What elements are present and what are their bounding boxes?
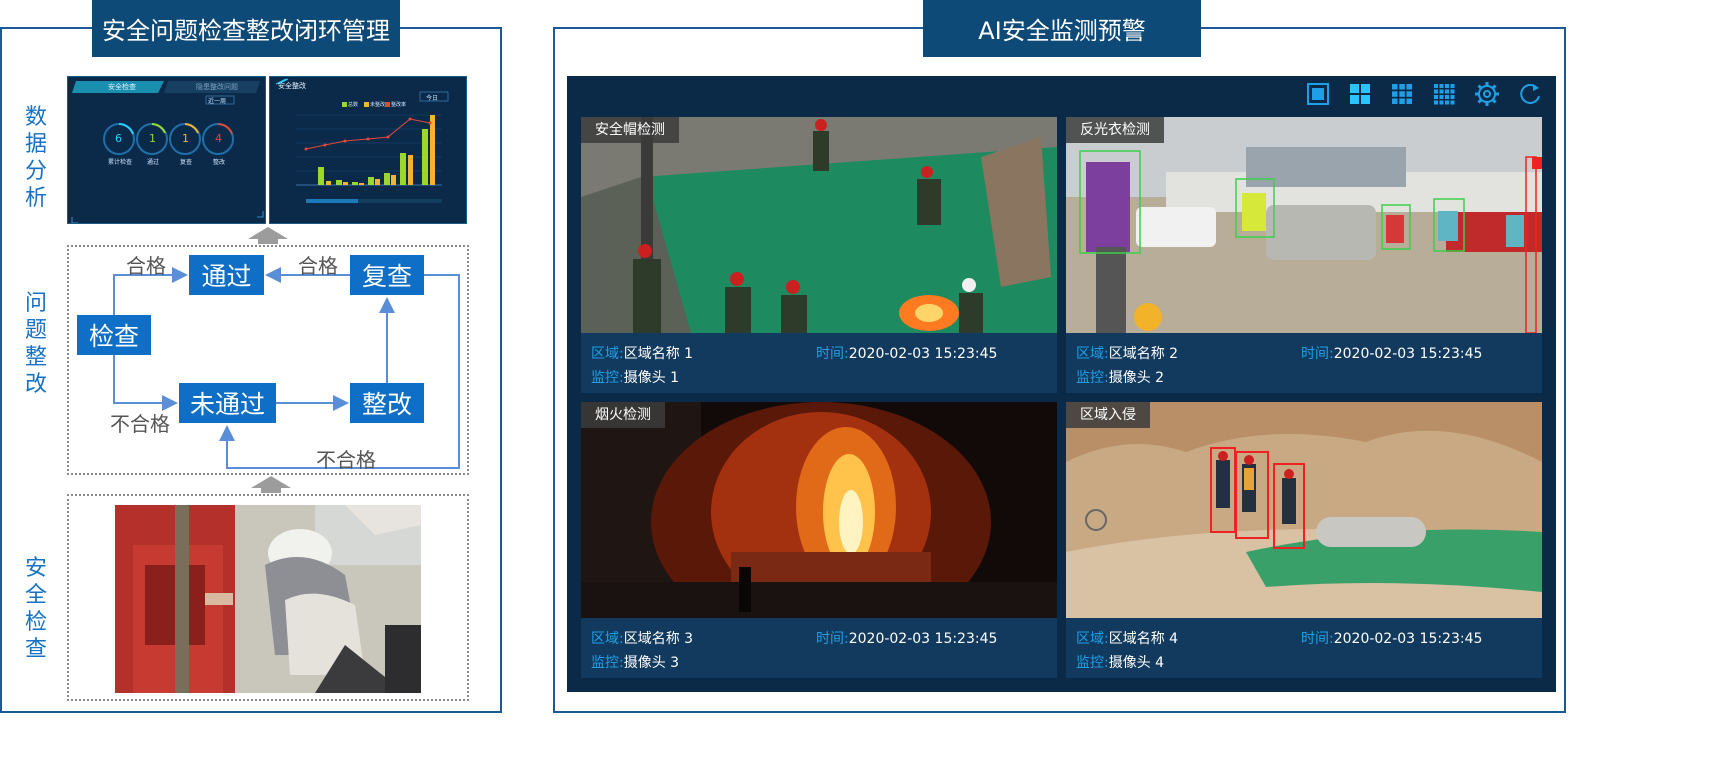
camera-feed-2 <box>1066 117 1542 333</box>
dashboard-thumbnail-inspection[interactable]: 安全检查 隐患整改问题 近一周 6 1 1 4 累计检查 通过 复查 整改 <box>67 76 266 224</box>
legend-rectify-rate: 整改率 <box>391 102 407 108</box>
time-value: 2020-02-03 15:23:45 <box>848 631 998 647</box>
gear-icon[interactable] <box>1474 81 1500 107</box>
gauge-value-rectify: 4 <box>215 132 222 145</box>
up-arrow-icon <box>251 476 291 488</box>
camera-field-3: 监控:摄像头 3 <box>591 652 679 672</box>
area-value: 区域名称 1 <box>623 346 694 362</box>
sixteen-view-icon[interactable] <box>1432 82 1456 106</box>
dashboard-tabs-graphic <box>71 81 264 223</box>
refresh-icon[interactable] <box>1517 81 1543 107</box>
camera-value: 摄像头 4 <box>1108 655 1165 671</box>
right-panel-title: AI安全监测预警 <box>923 0 1201 57</box>
detection-tag-4: 区域入侵 <box>1066 402 1150 428</box>
area-value: 区域名称 2 <box>1108 346 1179 362</box>
camera-key: 监控: <box>1076 655 1109 671</box>
time-field-3: 时间:2020-02-03 15:23:45 <box>816 628 997 648</box>
up-arrow-stem <box>258 239 278 244</box>
camera-feed-3 <box>581 402 1057 618</box>
time-field-2: 时间:2020-02-03 15:23:45 <box>1301 343 1482 363</box>
flow-node-pass: 通过 <box>189 255 264 295</box>
camera-value: 摄像头 3 <box>623 655 680 671</box>
gauge-value-total: 6 <box>115 132 122 145</box>
flow-node-rectify: 整改 <box>350 383 424 423</box>
time-field-4: 时间:2020-02-03 15:23:45 <box>1301 628 1482 648</box>
area-field-2: 区域:区域名称 2 <box>1076 343 1178 363</box>
time-field-1: 时间:2020-02-03 15:23:45 <box>816 343 997 363</box>
camera-cell-1[interactable]: 安全帽检测 区域:区域名称 1 时间:2020-02-03 15:23:45 监… <box>581 117 1057 393</box>
time-value: 2020-02-03 15:23:45 <box>1333 346 1483 362</box>
gauge-label-pass: 通过 <box>147 159 160 166</box>
gauge-label-recheck: 复查 <box>180 159 193 166</box>
camera-field-4: 监控:摄像头 4 <box>1076 652 1164 672</box>
camera-cell-2[interactable]: 反光衣检测 区域:区域名称 2 时间:2020-02-03 15:23:45 监… <box>1066 117 1542 393</box>
time-value: 2020-02-03 15:23:45 <box>848 346 998 362</box>
area-key: 区域: <box>1076 346 1109 362</box>
time-key: 时间: <box>816 346 849 362</box>
flow-node-recheck: 复查 <box>350 255 424 295</box>
flow-node-fail: 未通过 <box>179 383 276 423</box>
flow-node-check: 检查 <box>77 315 151 355</box>
dashboard-tab-hazard[interactable]: 隐患整改问题 <box>196 82 238 92</box>
area-key: 区域: <box>591 346 624 362</box>
side-label-data-analysis: 数据分析 <box>24 105 47 211</box>
area-key: 区域: <box>1076 631 1109 647</box>
gauge-label-total: 累计检查 <box>108 159 133 166</box>
chart-panel-filter[interactable]: 今日 <box>426 93 438 102</box>
up-arrow-stem <box>261 488 281 493</box>
flow-label-unqualified-2: 不合格 <box>316 448 376 472</box>
area-field-4: 区域:区域名称 4 <box>1076 628 1178 648</box>
camera-cell-4[interactable]: 区域入侵 区域:区域名称 4 时间:2020-02-03 15:23:45 监控… <box>1066 402 1542 678</box>
gauge-value-pass: 1 <box>149 132 156 145</box>
side-label-rectification: 问题整改 <box>24 291 47 397</box>
camera-feed-1 <box>581 117 1057 333</box>
flow-label-unqualified-1: 不合格 <box>110 412 170 436</box>
area-key: 区域: <box>591 631 624 647</box>
time-key: 时间: <box>1301 631 1334 647</box>
gauge-label-rectify: 整改 <box>213 159 226 166</box>
camera-value: 摄像头 1 <box>623 370 680 386</box>
dashboard-filter[interactable]: 近一周 <box>208 96 226 105</box>
detection-tag-1: 安全帽检测 <box>581 117 679 143</box>
camera-key: 监控: <box>591 655 624 671</box>
area-field-1: 区域:区域名称 1 <box>591 343 693 363</box>
camera-cell-3[interactable]: 烟火检测 区域:区域名称 3 时间:2020-02-03 15:23:45 监控… <box>581 402 1057 678</box>
side-label-safety-check: 安全检查 <box>24 556 47 662</box>
detection-tag-3: 烟火检测 <box>581 402 665 428</box>
flow-label-qualified-1: 合格 <box>126 254 166 278</box>
detection-tag-2: 反光衣检测 <box>1066 117 1164 143</box>
left-panel-title: 安全问题检查整改闭环管理 <box>92 0 400 57</box>
camera-field-2: 监控:摄像头 2 <box>1076 367 1164 387</box>
dashboard-tab-inspection[interactable]: 安全检查 <box>108 82 136 92</box>
camera-key: 监控: <box>1076 370 1109 386</box>
camera-field-1: 监控:摄像头 1 <box>591 367 679 387</box>
legend-unrectified: 未整改 <box>370 102 386 108</box>
monitor-wall: 安全帽检测 区域:区域名称 1 时间:2020-02-03 15:23:45 监… <box>567 76 1556 692</box>
nine-view-icon[interactable] <box>1390 82 1414 106</box>
time-value: 2020-02-03 15:23:45 <box>1333 631 1483 647</box>
camera-feed-4 <box>1066 402 1542 618</box>
flow-label-qualified-2: 合格 <box>298 254 338 278</box>
chart-panel-title: 安全整改 <box>278 82 306 90</box>
camera-value: 摄像头 2 <box>1108 370 1165 386</box>
area-field-3: 区域:区域名称 3 <box>591 628 693 648</box>
time-key: 时间: <box>1301 346 1334 362</box>
quad-view-icon[interactable] <box>1348 82 1372 106</box>
gauge-value-recheck: 1 <box>182 132 189 145</box>
area-value: 区域名称 3 <box>623 631 694 647</box>
up-arrow-icon <box>248 227 288 239</box>
camera-key: 监控: <box>591 370 624 386</box>
legend-total: 总数 <box>348 102 359 108</box>
area-value: 区域名称 4 <box>1108 631 1179 647</box>
time-key: 时间: <box>816 631 849 647</box>
dashboard-thumbnail-rectification[interactable]: 安全整改 今日 总数 未整改 整改率 <box>269 76 467 224</box>
inspection-photo <box>115 505 421 693</box>
single-view-icon[interactable] <box>1306 82 1330 106</box>
